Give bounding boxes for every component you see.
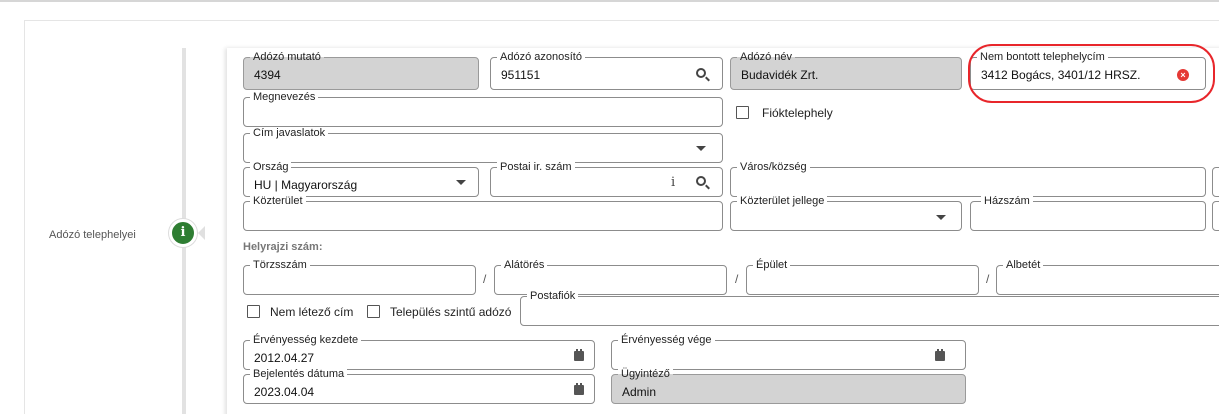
panel-pointer: [198, 226, 205, 240]
calendar-icon[interactable]: [574, 383, 584, 395]
field-label: Ország: [250, 161, 292, 173]
field-label: Albetét: [1003, 259, 1044, 271]
albetet-field[interactable]: Albetét: [996, 259, 1219, 295]
field-label: Közterület jellege: [737, 195, 828, 207]
epulet-field[interactable]: Épület: [746, 259, 979, 295]
postai-ir-szam-field[interactable]: Postai ir. szám i: [490, 161, 723, 197]
separator-slash: /: [483, 272, 487, 286]
calendar-icon[interactable]: [935, 349, 945, 361]
nem-letezo-cim-checkbox[interactable]: [247, 305, 260, 318]
field-value: 2023.04.04: [254, 385, 315, 399]
separator-slash: /: [986, 272, 990, 286]
field-label: Ügyintéző: [618, 368, 673, 380]
adozo-mutato-field: Adózó mutató 4394: [243, 51, 479, 90]
field-label: Épület: [753, 259, 791, 271]
hazszam-extra-field[interactable]: [1212, 201, 1219, 231]
field-label: Házszám: [981, 195, 1033, 207]
field-label: Postafiók: [527, 290, 579, 302]
field-label: Közterület: [250, 195, 306, 207]
megnevezes-field[interactable]: Megnevezés: [243, 91, 723, 127]
field-label: Város/község: [737, 161, 810, 173]
field-value: Admin: [622, 385, 657, 399]
field-value: 951151: [501, 68, 541, 82]
field-label: Érvényesség kezdete: [250, 334, 362, 346]
postafiok-field[interactable]: Postafiók: [520, 290, 1219, 326]
orszag-select[interactable]: Ország HU | Magyarország: [243, 161, 479, 197]
chevron-down-icon[interactable]: [456, 180, 466, 185]
field-value: 2012.04.27: [254, 351, 315, 365]
telepules-szintu-label: Település szintű adózó: [390, 305, 512, 319]
kozterulet-jellege-select[interactable]: Közterület jellege: [730, 195, 962, 231]
info-icon[interactable]: i: [169, 219, 197, 247]
field-label: Adózó azonosító: [497, 51, 585, 63]
search-icon[interactable]: [696, 68, 706, 78]
ervenyesseg-vege-field[interactable]: Érvényesség vége: [611, 334, 966, 370]
top-divider: [0, 0, 1219, 2]
ervenyesseg-kezdete-field[interactable]: Érvényesség kezdete 2012.04.27: [243, 334, 595, 370]
varos-extra-field[interactable]: [1212, 167, 1219, 197]
fioktelephely-label: Fióktelephely: [762, 106, 833, 120]
field-label: Postai ir. szám: [497, 161, 575, 173]
ugyintezo-field: Ügyintéző Admin: [611, 368, 966, 404]
varos-kozseg-field[interactable]: Város/község: [730, 161, 1206, 197]
field-value: 4394: [254, 68, 281, 82]
hazszam-field[interactable]: Házszám: [970, 195, 1206, 231]
field-value: HU | Magyarország: [254, 178, 358, 192]
search-icon[interactable]: [696, 176, 706, 186]
calendar-icon[interactable]: [574, 349, 584, 361]
highlight-annotation: [968, 44, 1215, 103]
field-label: Érvényesség vége: [618, 334, 715, 346]
adozo-nev-field: Adózó név Budavidék Zrt.: [730, 51, 962, 90]
field-label: Alátörés: [501, 259, 548, 271]
field-label: Bejelentés dátuma: [250, 368, 348, 380]
separator-slash: /: [735, 272, 739, 286]
fioktelephely-checkbox[interactable]: [736, 106, 749, 119]
helyrajzi-section-title: Helyrajzi szám:: [243, 241, 323, 253]
section-label-telephelyei: Adózó telephelyei: [49, 229, 136, 241]
field-label: Megnevezés: [250, 91, 319, 103]
torzsszam-field[interactable]: Törzsszám: [243, 259, 476, 295]
adozo-azonosito-field[interactable]: Adózó azonosító 951151: [490, 51, 723, 90]
kozterulet-field[interactable]: Közterület: [243, 195, 723, 231]
telepules-szintu-checkbox[interactable]: [367, 305, 380, 318]
chevron-down-icon[interactable]: [936, 215, 946, 220]
field-label: Cím javaslatok: [250, 127, 329, 139]
nem-letezo-cim-label: Nem létező cím: [270, 305, 354, 319]
chevron-down-icon[interactable]: [696, 146, 706, 151]
field-label: Adózó név: [737, 51, 795, 63]
bejelentes-datuma-field[interactable]: Bejelentés dátuma 2023.04.04: [243, 368, 595, 404]
info-icon[interactable]: i: [671, 175, 675, 190]
field-value: Budavidék Zrt.: [741, 68, 819, 82]
field-label: Adózó mutató: [250, 51, 324, 63]
cim-javaslatok-select[interactable]: Cím javaslatok: [243, 127, 723, 163]
field-label: Törzsszám: [250, 259, 310, 271]
